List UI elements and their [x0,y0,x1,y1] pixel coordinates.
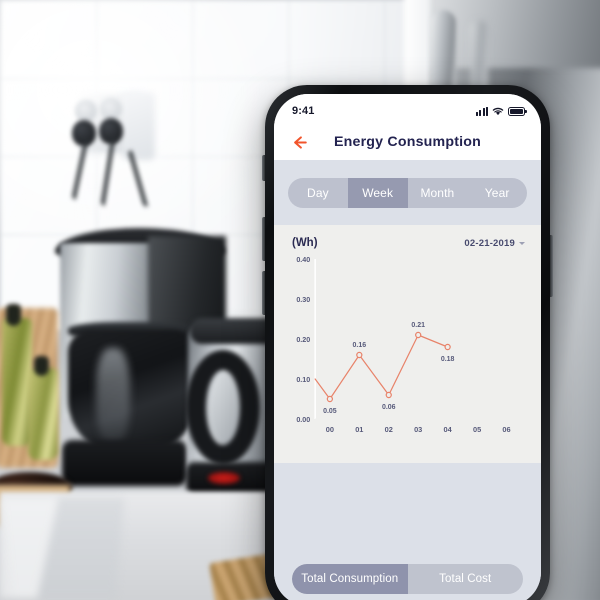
tab-month[interactable]: Month [408,178,468,208]
oil-bottle [28,368,58,460]
chart-card: (Wh) 02-21-2019 0.00 0.10 0.20 0.30 0.40 00 01… [274,225,541,463]
metric-toggle[interactable]: Total Consumption Total Cost [292,564,523,594]
date-selector-label: 02-21-2019 [464,237,515,249]
svg-text:0.20: 0.20 [296,335,310,344]
power-button[interactable] [550,235,553,297]
svg-text:00: 00 [326,425,334,434]
volume-down-button[interactable] [262,271,265,315]
wall-socket-secondary [122,92,155,160]
svg-text:03: 03 [414,425,422,434]
svg-text:0.05: 0.05 [323,407,337,415]
svg-text:01: 01 [355,425,363,434]
tab-week[interactable]: Week [347,178,408,208]
battery-full-icon [508,106,527,116]
line-chart-plot: 0.00 0.10 0.20 0.30 0.40 00 01 02 03 04 05 06 0.05 0.… [286,253,529,449]
bottle-cap [34,356,49,376]
status-time: 9:41 [292,105,315,117]
phone-screen: 9:41 Energy Consumption Day Week Month Y… [274,94,541,600]
svg-text:0.18: 0.18 [441,355,455,363]
kettle-indicator-light [208,472,240,484]
bottle-cap [6,304,21,326]
back-arrow-icon[interactable] [290,133,309,152]
svg-text:0.06: 0.06 [382,403,396,411]
tab-day[interactable]: Day [288,178,348,208]
cellular-signal-icon [476,106,488,116]
lower-band: Total Consumption Total Cost [274,463,541,600]
svg-text:0.16: 0.16 [353,341,367,349]
carafe-highlight [96,348,130,444]
status-bar: 9:41 [274,94,541,124]
svg-text:06: 06 [502,425,510,434]
socket-hole [100,98,122,120]
svg-text:04: 04 [444,425,453,434]
chart-unit-label: (Wh) [292,237,318,249]
page-title: Energy Consumption [333,134,482,150]
carafe-base [62,440,187,486]
chart-svg: 0.00 0.10 0.20 0.30 0.40 00 01 02 03 04 05 06 0.05 0.… [296,255,522,434]
kettle-handle [186,350,260,465]
date-selector[interactable]: 02-21-2019 [464,238,525,249]
svg-text:0.00: 0.00 [296,415,310,424]
status-icon-group [476,106,527,116]
toggle-total-cost[interactable]: Total Cost [408,564,524,594]
smartphone-mockup: 9:41 Energy Consumption Day Week Month Y… [262,85,553,600]
chart-header: (Wh) 02-21-2019 [286,237,529,249]
svg-text:0.10: 0.10 [296,375,310,384]
period-tabs-band: Day Week Month Year [274,160,541,225]
chevron-down-icon [519,241,525,245]
period-segmented-control[interactable]: Day Week Month Year [288,178,527,208]
coffee-carafe [68,330,196,455]
svg-text:0.21: 0.21 [411,321,425,329]
socket-hole [75,100,97,122]
nav-header: Energy Consumption [274,124,541,160]
svg-text:0.30: 0.30 [296,295,310,304]
svg-text:05: 05 [473,425,481,434]
wifi-icon [492,107,504,116]
svg-text:0.40: 0.40 [296,255,310,264]
svg-text:02: 02 [385,425,393,434]
toggle-total-consumption[interactable]: Total Consumption [292,564,408,594]
tab-year[interactable]: Year [467,178,527,208]
